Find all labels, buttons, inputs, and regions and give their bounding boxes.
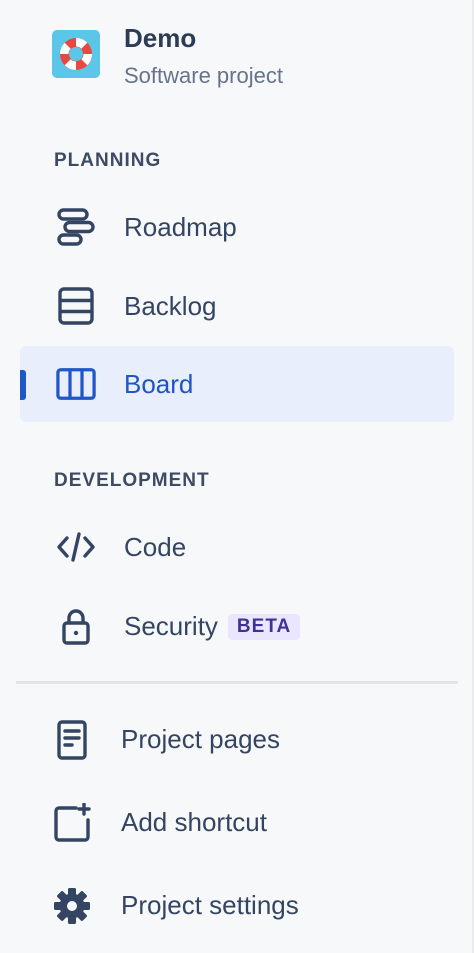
- security-label: Security: [124, 610, 218, 641]
- active-indicator: [20, 370, 26, 400]
- lifebuoy-icon: [52, 30, 100, 78]
- roadmap-icon: [56, 207, 96, 247]
- add-shortcut-icon: [52, 803, 92, 843]
- sidebar-item-backlog[interactable]: Backlog: [20, 268, 454, 344]
- board-icon: [56, 364, 96, 404]
- sidebar-item-code[interactable]: Code: [20, 509, 454, 585]
- sidebar-item-add-shortcut[interactable]: Add shortcut: [20, 785, 454, 861]
- divider: [16, 681, 458, 684]
- sidebar-item-label: Add shortcut: [121, 807, 267, 837]
- beta-badge: BETA: [227, 613, 301, 640]
- sidebar-item-label: Security BETA: [124, 610, 301, 642]
- lock-icon: [56, 606, 96, 646]
- sidebar-item-board[interactable]: Board: [20, 346, 454, 422]
- project-sidebar: Demo Software project PLANNING Roadmap B…: [0, 0, 474, 953]
- sidebar-item-roadmap[interactable]: Roadmap: [20, 189, 454, 265]
- gear-icon: [52, 886, 92, 926]
- backlog-icon: [56, 286, 96, 326]
- sidebar-item-project-pages[interactable]: Project pages: [20, 702, 454, 778]
- section-heading-planning: PLANNING: [54, 150, 162, 171]
- project-name: Demo: [124, 23, 197, 53]
- sidebar-item-label: Project settings: [121, 890, 299, 920]
- sidebar-item-label: Code: [124, 531, 187, 562]
- sidebar-item-label: Board: [124, 368, 194, 399]
- sidebar-item-label: Roadmap: [124, 211, 237, 242]
- code-icon: [56, 527, 96, 567]
- project-type: Software project: [124, 63, 283, 88]
- sidebar-item-project-settings[interactable]: Project settings: [20, 868, 454, 944]
- section-heading-development: DEVELOPMENT: [54, 470, 210, 491]
- sidebar-item-security[interactable]: Security BETA: [20, 588, 454, 664]
- sidebar-item-label: Backlog: [124, 290, 217, 321]
- project-header[interactable]: Demo Software project: [52, 22, 283, 90]
- sidebar-item-label: Project pages: [121, 724, 280, 754]
- page-icon: [52, 720, 92, 760]
